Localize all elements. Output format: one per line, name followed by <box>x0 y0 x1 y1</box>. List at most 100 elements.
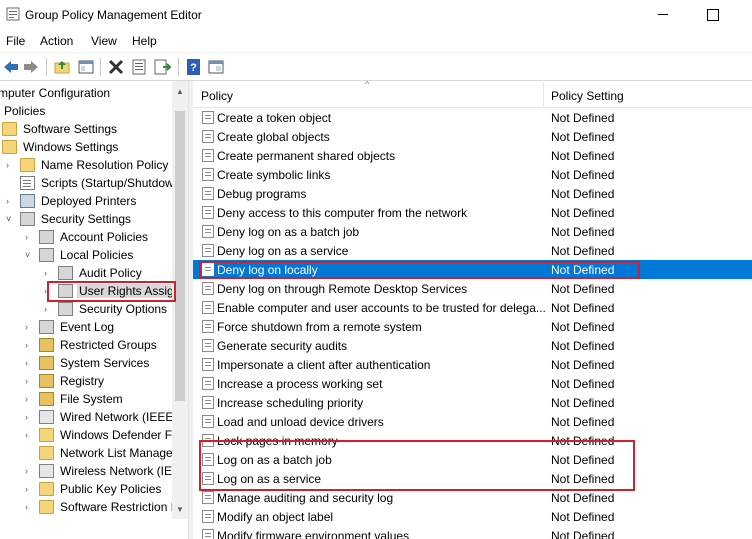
export-list-icon[interactable] <box>153 58 171 76</box>
delete-icon[interactable] <box>107 58 125 76</box>
policy-row[interactable]: Deny log on through Remote Desktop Servi… <box>193 279 752 298</box>
policy-setting-value: Not Defined <box>551 434 615 448</box>
tree-item[interactable]: › Account Policies <box>0 228 172 246</box>
policy-name: Deny log on as a service <box>217 244 349 258</box>
policy-setting-value: Not Defined <box>551 453 615 467</box>
policy-row[interactable]: Create symbolic links Not Defined <box>193 165 752 184</box>
show-hide-tree-icon[interactable] <box>77 58 95 76</box>
scroll-down-icon[interactable]: ▼ <box>176 505 184 514</box>
tree-item[interactable]: › Security Options <box>0 300 172 318</box>
collapse-chevron-icon[interactable]: ˅ <box>25 250 33 260</box>
policy-name: Create global objects <box>217 130 330 144</box>
policy-icon <box>202 358 214 371</box>
tree-item[interactable]: › Windows Defender F <box>0 426 172 444</box>
tree-item[interactable]: Network List Manage <box>0 444 173 462</box>
policy-row[interactable]: Manage auditing and security log Not Defi… <box>193 488 752 507</box>
tree-scrollbar[interactable]: ▲ ▼ <box>172 81 188 519</box>
policy-name: Manage auditing and security log <box>217 491 394 505</box>
tree-item[interactable]: › Name Resolution Policy <box>0 156 172 174</box>
properties-icon[interactable] <box>130 58 148 76</box>
scroll-up-icon[interactable]: ▲ <box>176 87 184 96</box>
tree-item-label: Security Settings <box>41 212 132 226</box>
tree-item[interactable]: › File System <box>0 390 172 408</box>
tree-item[interactable]: › Restricted Groups <box>0 336 172 354</box>
expand-chevron-icon[interactable]: › <box>25 376 33 386</box>
up-folder-icon[interactable] <box>53 58 71 76</box>
policy-row[interactable]: Increase scheduling priority Not Defined <box>193 393 752 412</box>
expand-chevron-icon[interactable]: › <box>25 322 33 332</box>
policy-row[interactable]: Deny log on locally Not Defined <box>193 260 752 279</box>
policy-row[interactable]: Create global objects Not Defined <box>193 127 752 146</box>
tree-item[interactable]: › Software Restriction P <box>0 498 179 516</box>
expand-chevron-icon[interactable]: › <box>44 304 52 314</box>
tree-item[interactable]: › Event Log <box>0 318 172 336</box>
policy-row[interactable]: Create permanent shared objects Not Defin… <box>193 146 752 165</box>
tree-scroll-thumb[interactable] <box>175 111 185 401</box>
policy-row[interactable]: Deny log on as a batch job Not Defined <box>193 222 752 241</box>
forward-arrow-icon[interactable] <box>22 58 40 76</box>
policy-setting-value: Not Defined <box>551 244 615 258</box>
tree-item[interactable]: mputer Configuration <box>0 84 172 102</box>
expand-chevron-icon[interactable]: › <box>6 196 14 206</box>
tree-item[interactable]: Scripts (Startup/Shutdow <box>0 174 174 192</box>
expand-chevron-icon[interactable]: › <box>25 502 33 512</box>
expand-chevron-icon[interactable]: › <box>44 286 52 296</box>
policy-row[interactable]: Enable computer and user accounts to be … <box>193 298 752 317</box>
expand-chevron-icon[interactable]: › <box>25 232 33 242</box>
policy-row[interactable]: Modify an object label Not Defined <box>193 507 752 526</box>
tree-item[interactable]: › Registry <box>0 372 172 390</box>
policy-row[interactable]: Modify firmware environment values Not De… <box>193 526 752 539</box>
tree-item[interactable]: › Wired Network (IEEE <box>0 408 173 426</box>
policy-row[interactable]: Lock pages in memory Not Defined <box>193 431 752 450</box>
expand-chevron-icon[interactable]: › <box>25 358 33 368</box>
expand-chevron-icon[interactable]: › <box>25 394 33 404</box>
column-header-policy-setting[interactable]: Policy Setting <box>551 89 624 103</box>
expand-chevron-icon[interactable]: › <box>44 268 52 278</box>
tree-item[interactable]: › Wireless Network (IEE <box>0 462 180 480</box>
menu-view[interactable]: View <box>91 34 117 48</box>
expand-chevron-icon[interactable]: › <box>25 412 33 422</box>
svg-text:?: ? <box>190 62 197 74</box>
menu-file[interactable]: File <box>6 34 25 48</box>
tree-item[interactable]: ˅ Security Settings <box>0 210 172 228</box>
tree-item[interactable]: Windows Settings <box>0 138 172 156</box>
tree-item-label: mputer Configuration <box>0 86 111 100</box>
policy-name: Create permanent shared objects <box>217 149 396 163</box>
expand-chevron-icon[interactable]: › <box>25 430 33 440</box>
expand-chevron-icon[interactable]: › <box>25 340 33 350</box>
minimize-icon[interactable] <box>640 0 686 30</box>
policy-row[interactable]: Create a token object Not Defined <box>193 108 752 127</box>
expand-chevron-icon[interactable]: › <box>25 466 33 476</box>
column-separator[interactable] <box>543 83 544 107</box>
policy-row[interactable]: Impersonate a client after authenticatio… <box>193 355 752 374</box>
menu-help[interactable]: Help <box>132 34 157 48</box>
sort-ascending-icon: ^ <box>365 81 370 89</box>
tree-item[interactable]: Policies <box>0 102 172 120</box>
tree-item[interactable]: ˅ Local Policies <box>0 246 172 264</box>
collapse-chevron-icon[interactable]: ˅ <box>6 214 14 224</box>
policy-name: Load and unload device drivers <box>217 415 384 429</box>
tree-item[interactable]: › Audit Policy <box>0 264 172 282</box>
console-view-icon[interactable] <box>207 58 225 76</box>
column-header-policy[interactable]: Policy <box>201 89 233 103</box>
policy-row[interactable]: Debug programs Not Defined <box>193 184 752 203</box>
policy-row[interactable]: Increase a process working set Not Define… <box>193 374 752 393</box>
back-arrow-icon[interactable] <box>2 58 20 76</box>
policy-row[interactable]: Log on as a service Not Defined <box>193 469 752 488</box>
tree-item[interactable]: Software Settings <box>0 120 172 138</box>
tree-item[interactable]: › System Services <box>0 354 172 372</box>
policy-row[interactable]: Generate security audits Not Defined <box>193 336 752 355</box>
menu-action[interactable]: Action <box>40 34 73 48</box>
tree-item[interactable]: › Deployed Printers <box>0 192 172 210</box>
expand-chevron-icon[interactable]: › <box>6 160 14 170</box>
policy-row[interactable]: Deny log on as a service Not Defined <box>193 241 752 260</box>
expand-chevron-icon[interactable]: › <box>25 484 33 494</box>
tree-item[interactable]: › Public Key Policies <box>0 480 172 498</box>
maximize-icon[interactable] <box>688 0 734 30</box>
tree-item[interactable]: › User Rights Assig <box>0 282 176 300</box>
help-icon[interactable]: ? <box>185 58 203 76</box>
policy-row[interactable]: Log on as a batch job Not Defined <box>193 450 752 469</box>
policy-row[interactable]: Load and unload device drivers Not Define… <box>193 412 752 431</box>
policy-row[interactable]: Force shutdown from a remote system Not D… <box>193 317 752 336</box>
policy-row[interactable]: Deny access to this computer from the ne… <box>193 203 752 222</box>
